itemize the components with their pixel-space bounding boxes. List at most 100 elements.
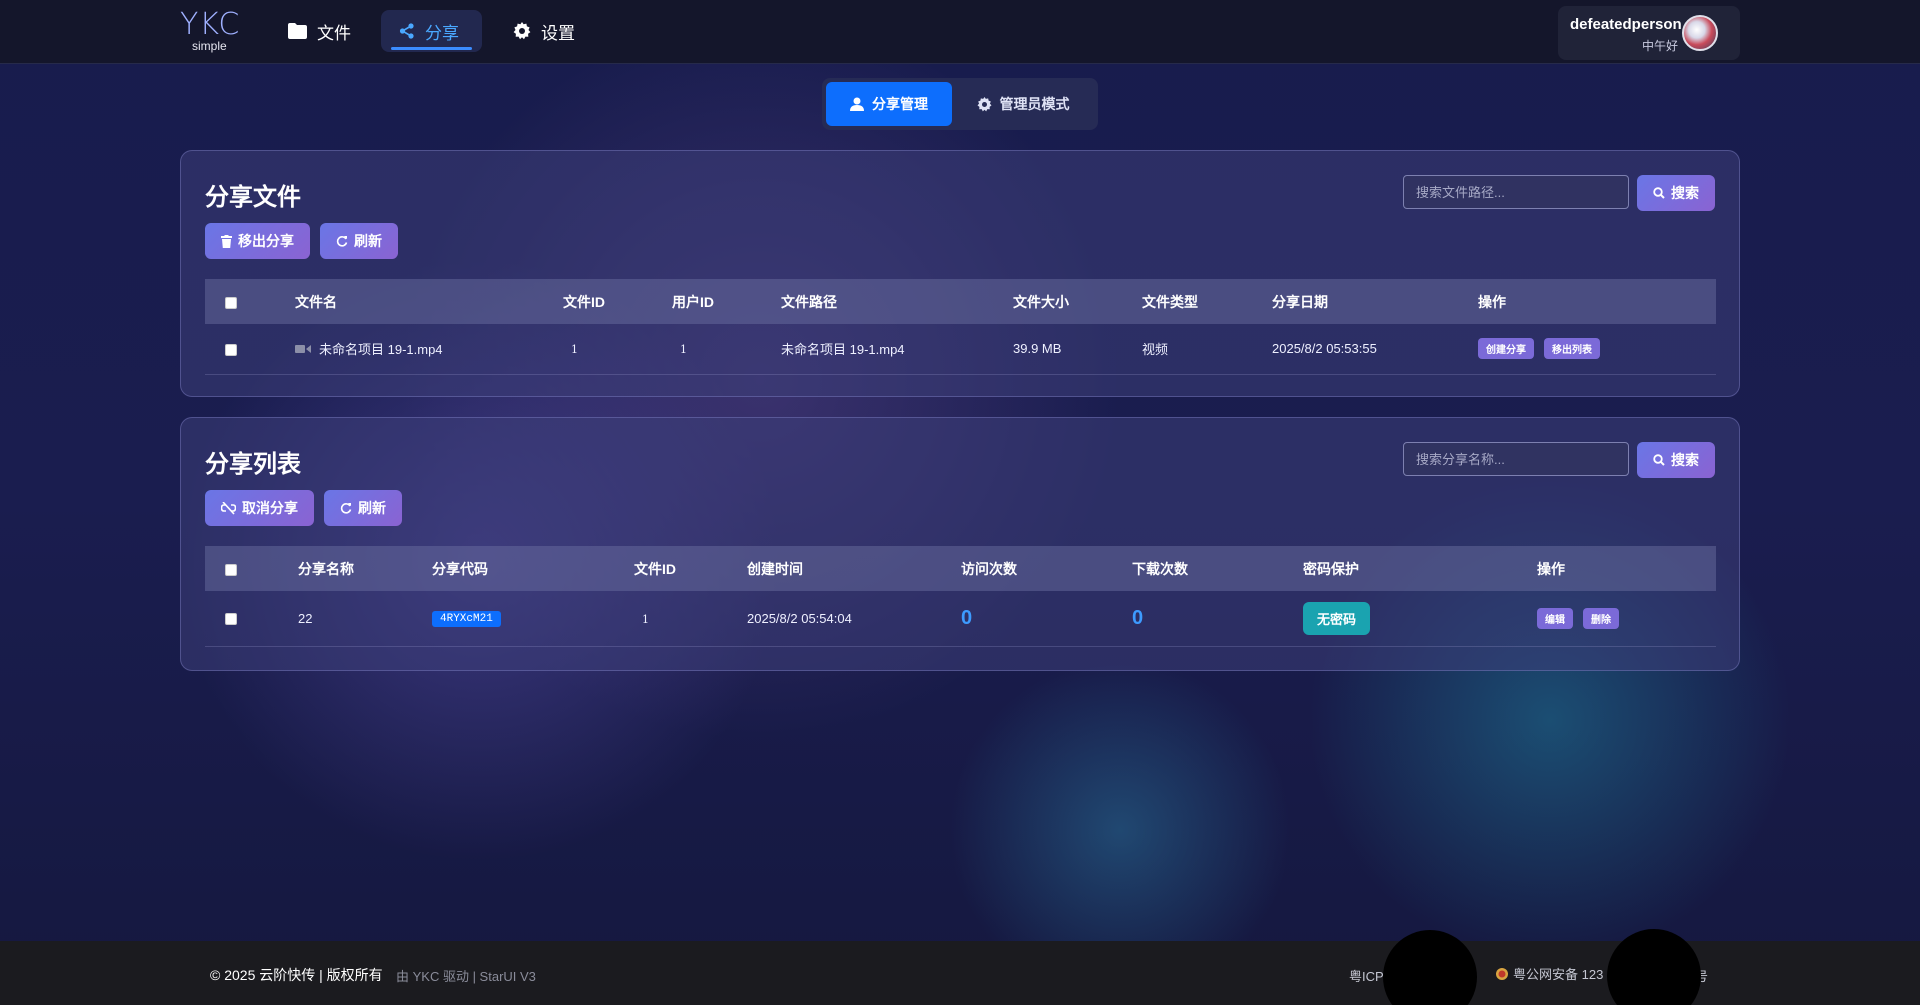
col-user-id: 用户ID bbox=[672, 293, 714, 310]
download-count: 0 bbox=[1132, 606, 1144, 629]
refresh-list-button[interactable]: 刷新 bbox=[324, 490, 402, 526]
user-name: defeatedperson bbox=[1570, 16, 1682, 33]
gear-icon bbox=[977, 96, 991, 111]
trash-icon bbox=[221, 234, 232, 248]
col-filename: 文件名 bbox=[295, 293, 337, 310]
cancel-share-label: 取消分享 bbox=[242, 500, 298, 516]
share-files-panel: 分享文件 移出分享 刷新 搜索文件路径... 搜索 文件名 文件ID 用户ID … bbox=[180, 150, 1740, 397]
table-row: 未命名项目 19-1.mp4 1 1 未命名项目 19-1.mp4 39.9 M… bbox=[205, 324, 1716, 375]
delete-button[interactable]: 删除 bbox=[1583, 607, 1619, 629]
police-badge-icon bbox=[1496, 967, 1508, 980]
remove-share-label: 移出分享 bbox=[238, 233, 294, 249]
active-underline bbox=[391, 47, 472, 50]
unlink-icon bbox=[221, 501, 236, 515]
footer-icp-link[interactable]: 粤ICP bbox=[1349, 966, 1384, 985]
col-share-code: 分享代码 bbox=[432, 560, 488, 577]
share-list-panel: 分享列表 取消分享 刷新 搜索分享名称... 搜索 分享名称 分享代码 文件ID… bbox=[180, 417, 1740, 671]
row-checkbox[interactable] bbox=[225, 343, 237, 356]
file-search-label: 搜索 bbox=[1671, 185, 1699, 201]
nav-settings[interactable]: 设置 bbox=[495, 10, 593, 52]
col-file-path: 文件路径 bbox=[781, 293, 837, 310]
file-path: 未命名项目 19-1.mp4 bbox=[781, 324, 1013, 375]
refresh-icon bbox=[336, 236, 348, 247]
video-icon bbox=[295, 344, 311, 354]
row-checkbox[interactable] bbox=[225, 613, 237, 626]
logo-text: YKC bbox=[180, 7, 241, 42]
col-password: 密码保护 bbox=[1303, 560, 1359, 577]
refresh-list-label: 刷新 bbox=[358, 500, 386, 516]
col-file-type: 文件类型 bbox=[1142, 293, 1198, 310]
cancel-share-button[interactable]: 取消分享 bbox=[205, 490, 314, 526]
file-search-button[interactable]: 搜索 bbox=[1637, 175, 1715, 211]
nav-file[interactable]: 文件 bbox=[270, 10, 369, 52]
table-header-row: 分享名称 分享代码 文件ID 创建时间 访问次数 下载次数 密码保护 操作 bbox=[205, 546, 1716, 591]
share-files-table: 文件名 文件ID 用户ID 文件路径 文件大小 文件类型 分享日期 操作 未命名… bbox=[205, 279, 1716, 375]
nav-share-label: 分享 bbox=[425, 23, 459, 43]
avatar[interactable] bbox=[1682, 15, 1718, 51]
tab-share-manage-label: 分享管理 bbox=[872, 96, 928, 112]
col-downloads: 下载次数 bbox=[1132, 560, 1188, 577]
share-search-button[interactable]: 搜索 bbox=[1637, 442, 1715, 478]
file-name: 未命名项目 19-1.mp4 bbox=[319, 342, 443, 358]
share-files-title: 分享文件 bbox=[205, 184, 301, 211]
folder-icon bbox=[288, 23, 307, 39]
mode-switcher: 分享管理 管理员模式 bbox=[822, 78, 1098, 130]
user-id: 1 bbox=[680, 343, 687, 357]
user-greeting: 中午好 bbox=[1641, 39, 1678, 53]
brand-logo[interactable]: YKC simple bbox=[180, 10, 244, 54]
top-navbar: YKC simple 文件 分享 设置 defeatedperson 中午好 bbox=[0, 0, 1920, 64]
search-icon bbox=[1653, 187, 1665, 199]
share-search-input[interactable] bbox=[1403, 442, 1629, 476]
visit-count: 0 bbox=[961, 606, 973, 629]
select-all-checkbox[interactable] bbox=[225, 563, 237, 576]
share-name: 22 bbox=[298, 591, 432, 647]
col-file-id: 文件ID bbox=[563, 293, 605, 310]
share-search: 搜索 bbox=[1403, 442, 1715, 478]
share-search-label: 搜索 bbox=[1671, 452, 1699, 468]
file-search: 搜索 bbox=[1403, 175, 1715, 211]
tab-admin-mode-label: 管理员模式 bbox=[999, 96, 1070, 112]
file-size: 39.9 MB bbox=[1013, 324, 1142, 375]
col-actions: 操作 bbox=[1478, 293, 1506, 310]
table-row: 22 4RYXcM21 1 2025/8/2 05:54:04 0 0 无密码 … bbox=[205, 591, 1716, 647]
file-search-input[interactable] bbox=[1403, 175, 1629, 209]
file-type: 视频 bbox=[1142, 324, 1272, 375]
footer-police-link[interactable]: 粤公网安备 123 bbox=[1495, 964, 1603, 983]
nav-settings-label: 设置 bbox=[541, 23, 575, 43]
refresh-files-label: 刷新 bbox=[354, 233, 382, 249]
footer-powered-by: 由 YKC 驱动 | StarUI V3 bbox=[396, 969, 536, 984]
gear-icon bbox=[513, 22, 531, 40]
tab-share-manage[interactable]: 分享管理 bbox=[826, 82, 952, 126]
footer-copyright: © 2025 云阶快传 | 版权所有 bbox=[210, 967, 383, 983]
col-file-id: 文件ID bbox=[634, 560, 676, 577]
share-list-table: 分享名称 分享代码 文件ID 创建时间 访问次数 下载次数 密码保护 操作 22… bbox=[205, 546, 1716, 647]
user-icon bbox=[850, 97, 864, 111]
remove-share-button[interactable]: 移出分享 bbox=[205, 223, 310, 259]
select-all-checkbox[interactable] bbox=[225, 296, 237, 309]
share-icon bbox=[399, 23, 414, 39]
file-id: 1 bbox=[642, 612, 649, 626]
footer-police-text: 粤公网安备 123 bbox=[1513, 967, 1604, 982]
refresh-icon bbox=[340, 503, 352, 514]
col-actions: 操作 bbox=[1537, 560, 1565, 577]
table-header-row: 文件名 文件ID 用户ID 文件路径 文件大小 文件类型 分享日期 操作 bbox=[205, 279, 1716, 324]
password-status-badge: 无密码 bbox=[1303, 601, 1371, 635]
col-visits: 访问次数 bbox=[961, 560, 1017, 577]
user-menu[interactable]: defeatedperson 中午好 bbox=[1558, 6, 1740, 60]
col-created: 创建时间 bbox=[747, 560, 803, 577]
col-file-size: 文件大小 bbox=[1013, 293, 1069, 310]
create-share-button[interactable]: 创建分享 bbox=[1478, 338, 1534, 360]
nav-share[interactable]: 分享 bbox=[381, 10, 482, 52]
share-list-title: 分享列表 bbox=[205, 451, 301, 478]
col-share-date: 分享日期 bbox=[1272, 293, 1328, 310]
share-date: 2025/8/2 05:53:55 bbox=[1272, 324, 1478, 375]
share-files-actions: 移出分享 刷新 bbox=[205, 223, 398, 259]
refresh-files-button[interactable]: 刷新 bbox=[320, 223, 398, 259]
share-code-badge: 4RYXcM21 bbox=[432, 611, 501, 628]
nav-file-label: 文件 bbox=[317, 23, 351, 43]
remove-from-list-button[interactable]: 移出列表 bbox=[1544, 338, 1600, 360]
tab-admin-mode[interactable]: 管理员模式 bbox=[958, 82, 1088, 126]
edit-button[interactable]: 编辑 bbox=[1537, 607, 1573, 629]
created-time: 2025/8/2 05:54:04 bbox=[747, 591, 961, 647]
search-icon bbox=[1653, 454, 1665, 466]
